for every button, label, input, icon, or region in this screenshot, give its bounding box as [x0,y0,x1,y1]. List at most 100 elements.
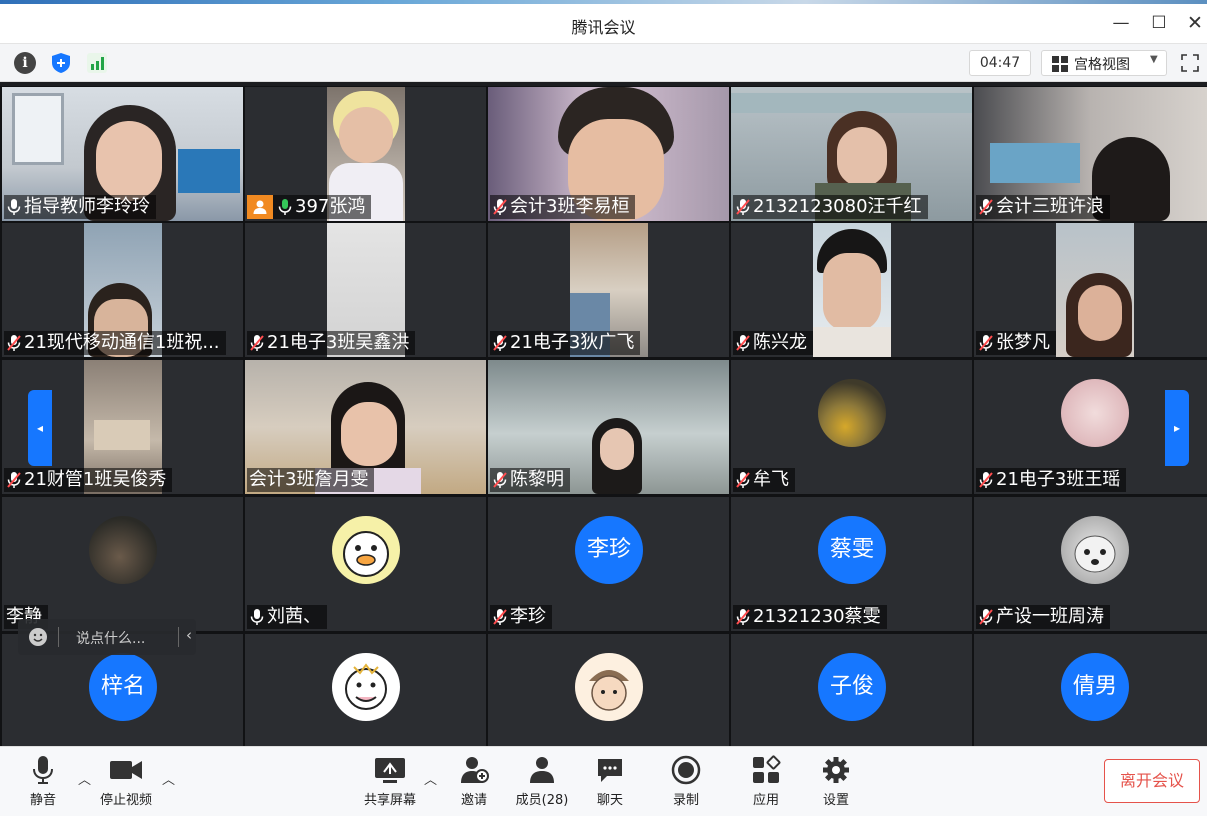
apps-button[interactable]: 应用 [748,755,784,808]
text-avatar: 梓名 [89,653,157,721]
title-bar: 腾讯会议 — ☐ ✕ [0,4,1207,44]
mic-muted-icon [979,609,993,625]
chat-button[interactable]: 聊天 [592,755,628,808]
video-tile[interactable]: 会计3班詹月雯 [245,360,486,494]
video-tile[interactable]: 会计3班李易桓 [488,87,729,221]
view-mode-dropdown[interactable]: 宫格视图 ▼ [1041,50,1167,76]
meeting-controls: 静音 ︿ 停止视频 ︿ 共享屏幕 ︿ 邀请 成员(28) 聊天 录制 应用 设置… [0,746,1207,816]
mic-muted-icon [736,199,750,215]
meeting-toolbar: i 04:47 宫格视图 ▼ [0,44,1207,82]
mic-muted-icon [979,199,993,215]
avatar-tile[interactable]: 李珍 李珍 [488,497,729,631]
cartoon-avatar [332,653,400,721]
avatar-tile[interactable] [245,634,486,746]
mic-icon [278,199,292,215]
text-avatar: 倩男 [1061,653,1129,721]
avatar-tile[interactable]: 蔡雯 21321230蔡雯 [731,497,972,631]
video-feed [813,223,891,357]
avatar-tile[interactable]: 倩男 [974,634,1207,746]
participant-name-label: 李珍 [490,605,552,629]
leave-meeting-button[interactable]: 离开会议 [1104,759,1200,803]
chevron-left-icon[interactable]: ‹ [186,626,192,644]
participant-name-label: 397张鸿 [247,195,372,219]
divider [58,627,59,647]
meeting-timer: 04:47 [969,50,1031,76]
share-screen-button[interactable]: 共享屏幕 [360,755,420,808]
avatar-tile[interactable]: 李静 [2,497,243,631]
participant-name-label: 陈兴龙 [733,331,813,355]
video-tile[interactable]: 会计三班许浪 [974,87,1207,221]
participant-name-label: 会计3班詹月雯 [247,468,375,492]
next-page-button[interactable]: ▸ [1165,390,1189,466]
avatar-tile[interactable]: 子俊 [731,634,972,746]
mic-muted-icon [493,335,507,351]
avatar-tile[interactable]: 产设一班周涛 [974,497,1207,631]
invite-button[interactable]: 邀请 [456,755,492,808]
chevron-up-icon[interactable]: ︿ [424,769,437,788]
camera-icon [110,761,142,779]
close-icon[interactable]: ✕ [1184,12,1206,34]
mic-muted-icon [493,199,507,215]
mic-muted-icon [7,335,21,351]
chat-input[interactable]: 说点什么... [76,628,145,648]
emoji-icon[interactable] [28,627,48,647]
chat-icon [598,759,622,782]
video-tile[interactable]: 指导教师李玲玲 [2,87,243,221]
text-avatar: 子俊 [818,653,886,721]
chevron-up-icon[interactable]: ︿ [162,769,175,788]
maximize-icon[interactable]: ☐ [1148,12,1170,34]
fullscreen-icon[interactable] [1180,53,1200,73]
info-icon[interactable]: i [14,52,36,74]
participant-name-label: 陈黎明 [490,468,570,492]
mic-muted-icon [736,609,750,625]
mic-icon [33,756,53,784]
record-button[interactable]: 录制 [668,755,704,808]
participant-name-label: 21电子3狄广飞 [490,331,641,355]
participant-name-label: 2132123080汪千红 [733,195,928,219]
video-tile[interactable]: 21现代移动通信1班祝... [2,223,243,357]
mic-muted-icon [7,472,21,488]
host-icon [247,195,273,219]
divider [178,627,179,647]
avatar [818,379,886,447]
video-feed [1056,223,1134,357]
settings-button[interactable]: 设置 [818,755,854,808]
mic-muted-icon [979,472,993,488]
view-mode-label: 宫格视图 [1074,57,1130,73]
text-avatar: 蔡雯 [818,516,886,584]
video-tile[interactable]: 陈黎明 [488,360,729,494]
minimize-icon[interactable]: — [1110,12,1132,34]
participant-name-label: 牟飞 [733,468,795,492]
mic-icon [250,609,264,625]
duck-cartoon-avatar [332,516,400,584]
video-tile[interactable]: 2132123080汪千红 [731,87,972,221]
video-tile[interactable]: 397张鸿 [245,87,486,221]
members-button[interactable]: 成员(28) [512,755,572,808]
video-tile[interactable]: 张梦凡 [974,223,1207,357]
chevron-up-icon[interactable]: ︿ [78,769,91,788]
window-title: 腾讯会议 [571,18,636,37]
shield-icon[interactable] [50,52,72,74]
mic-muted-icon [736,335,750,351]
dog-avatar [1061,516,1129,584]
video-tile[interactable]: 21电子3狄广飞 [488,223,729,357]
stop-video-button[interactable]: 停止视频 [96,755,156,808]
participant-name-label: 21电子3班王瑶 [976,468,1127,492]
avatar-tile[interactable] [488,634,729,746]
video-tile[interactable]: 21电子3班吴鑫洪 [245,223,486,357]
avatar-tile[interactable]: 牟飞 [731,360,972,494]
quick-chat-bar: 说点什么... ‹ [18,619,196,655]
participant-name-label: 会计三班许浪 [976,195,1110,219]
avatar [89,516,157,584]
video-tile[interactable]: 陈兴龙 [731,223,972,357]
apps-icon [753,755,781,783]
mic-icon [7,199,21,215]
grid-view-icon [1052,56,1068,72]
avatar-tile[interactable]: 刘茜、 [245,497,486,631]
participant-name-label: 会计3班李易桓 [490,195,636,219]
invite-user-icon [461,757,489,783]
signal-icon[interactable] [86,52,108,74]
share-screen-icon [375,758,405,783]
prev-page-button[interactable]: ◂ [28,390,52,466]
mute-button[interactable]: 静音 [26,755,60,808]
